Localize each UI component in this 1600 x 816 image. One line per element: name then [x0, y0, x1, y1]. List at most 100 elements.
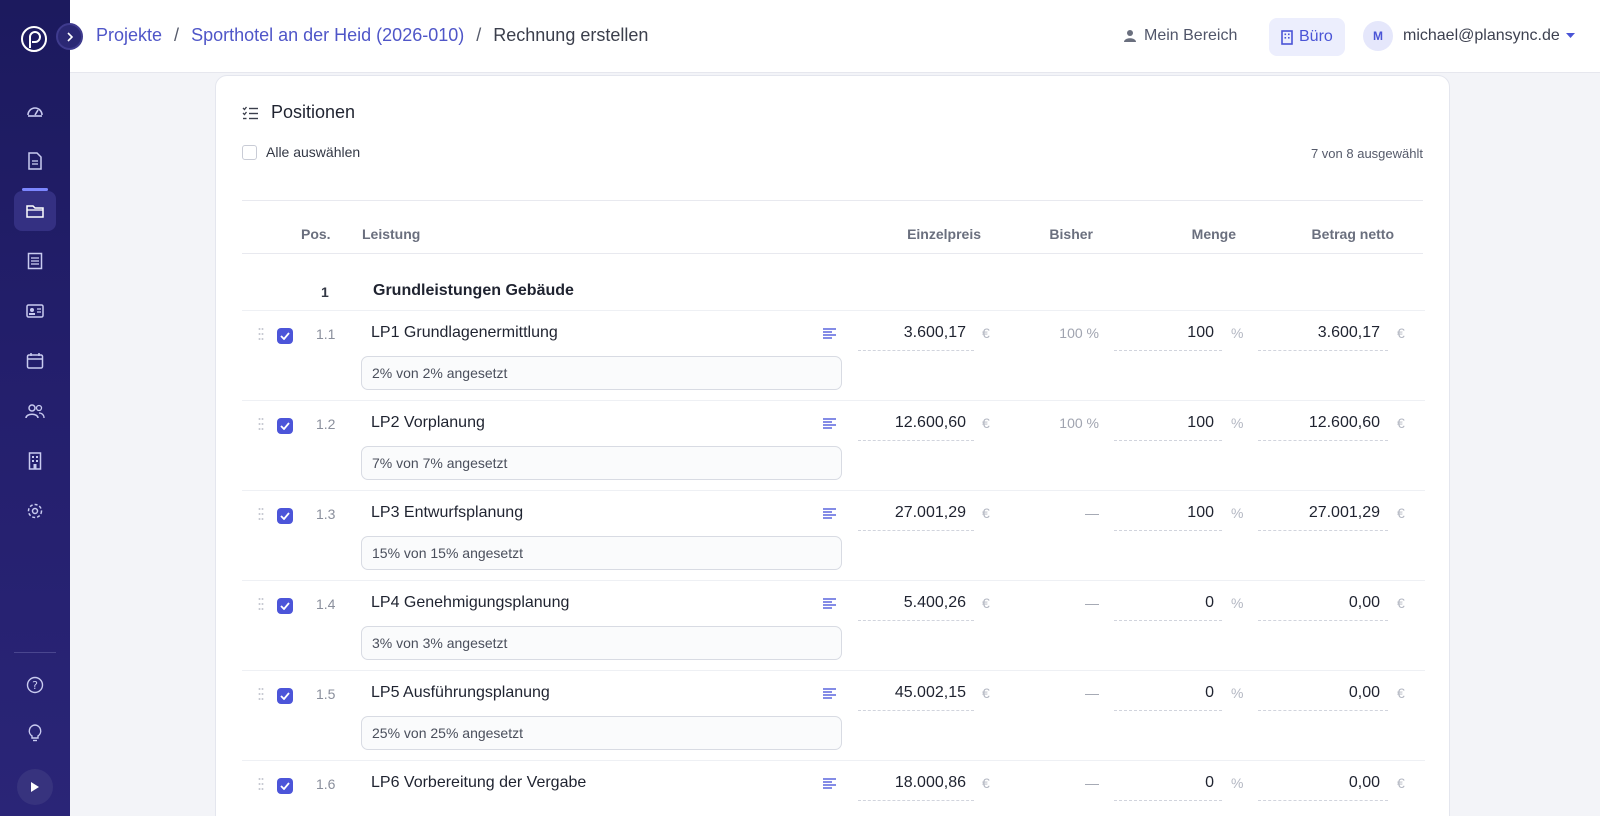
table-row: 1.2 LP2 Vorplanung 7% von 7% angesetzt 1… [242, 400, 1425, 492]
row-checkbox[interactable] [277, 328, 293, 344]
row-note-field[interactable]: 3% von 3% angesetzt [361, 626, 842, 660]
row-note-field[interactable]: 2% von 2% angesetzt [361, 356, 842, 390]
drag-handle-icon[interactable] [258, 417, 264, 431]
select-all-label: Alle auswählen [266, 144, 361, 160]
betrag-field[interactable]: 0,00 [1258, 679, 1388, 711]
buero-button[interactable]: Büro [1269, 18, 1345, 56]
row-name: LP4 Genehmigungsplanung [371, 594, 570, 611]
currency-label: € [1397, 595, 1405, 611]
select-all[interactable]: Alle auswählen [242, 144, 360, 160]
currency-label: € [1397, 505, 1405, 521]
help-icon[interactable]: ? [14, 665, 56, 705]
logo-icon[interactable] [19, 24, 49, 54]
menge-input[interactable]: 0 [1114, 679, 1222, 711]
percent-label: % [1231, 685, 1244, 701]
drag-handle-icon[interactable] [258, 597, 264, 611]
mein-bereich-button[interactable]: Mein Bereich [1124, 27, 1237, 45]
row-checkbox[interactable] [277, 778, 293, 794]
bisher-value: — [1085, 595, 1099, 611]
document-icon[interactable] [14, 141, 56, 181]
currency-label: € [982, 685, 990, 701]
breadcrumb-project[interactable]: Sporthotel an der Heid (2026-010) [191, 25, 464, 46]
row-checkbox[interactable] [277, 508, 293, 524]
mein-bereich-label: Mein Bereich [1144, 27, 1238, 44]
selected-count: 7 von 8 ausgewählt [1310, 146, 1423, 161]
row-checkbox[interactable] [277, 418, 293, 434]
bisher-value: — [1085, 685, 1099, 701]
betrag-field[interactable]: 0,00 [1258, 589, 1388, 621]
people-icon[interactable] [14, 391, 56, 431]
betrag-field[interactable]: 27.001,29 [1258, 499, 1388, 531]
expand-sidebar-button[interactable] [56, 23, 83, 50]
drag-handle-icon[interactable] [258, 687, 264, 701]
checklist-icon [242, 106, 258, 119]
caret-down-icon [1565, 33, 1575, 38]
bisher-value: — [1085, 505, 1099, 521]
top-bar: Projekte / Sporthotel an der Heid (2026-… [70, 0, 1600, 73]
folder-icon[interactable] [14, 188, 56, 231]
text-lines-icon[interactable] [823, 418, 836, 429]
row-note-field[interactable]: 7% von 7% angesetzt [361, 446, 842, 480]
betrag-field[interactable]: 3.600,17 [1258, 319, 1388, 351]
drag-handle-icon[interactable] [258, 327, 264, 341]
header-menge: Menge [1191, 226, 1236, 242]
avatar[interactable]: M [1363, 21, 1393, 51]
price-input[interactable]: 12.600,60 [858, 409, 974, 441]
gear-icon[interactable] [14, 491, 56, 531]
price-input[interactable]: 18.000,86 [858, 769, 974, 801]
calendar-icon[interactable] [14, 341, 56, 381]
drag-handle-icon[interactable] [258, 777, 264, 791]
lightbulb-icon[interactable] [14, 713, 56, 753]
contact-card-icon[interactable] [14, 291, 56, 331]
menge-input[interactable]: 0 [1114, 769, 1222, 801]
menge-input[interactable]: 100 [1114, 319, 1222, 351]
price-input[interactable]: 5.400,26 [858, 589, 974, 621]
row-note-field[interactable]: 15% von 15% angesetzt [361, 536, 842, 570]
menge-input[interactable]: 100 [1114, 499, 1222, 531]
row-pos: 1.4 [316, 596, 336, 612]
menge-input[interactable]: 100 [1114, 409, 1222, 441]
user-email: michael@plansync.de [1403, 27, 1560, 44]
menge-input[interactable]: 0 [1114, 589, 1222, 621]
row-note-field[interactable]: 25% von 25% angesetzt [361, 716, 842, 750]
header-leistung: Leistung [362, 226, 421, 242]
header-bisher: Bisher [1049, 226, 1093, 242]
price-input[interactable]: 45.002,15 [858, 679, 974, 711]
user-menu[interactable]: michael@plansync.de [1403, 27, 1575, 45]
play-icon[interactable] [17, 769, 53, 805]
text-lines-icon[interactable] [823, 508, 836, 519]
divider [242, 200, 1423, 201]
header-divider [242, 253, 1423, 254]
row-checkbox[interactable] [277, 598, 293, 614]
percent-label: % [1231, 505, 1244, 521]
text-lines-icon[interactable] [823, 328, 836, 339]
select-all-checkbox[interactable] [242, 144, 257, 160]
building-icon [1281, 29, 1293, 45]
dashboard-icon[interactable] [14, 91, 56, 131]
currency-label: € [982, 505, 990, 521]
row-pos: 1.1 [316, 326, 336, 342]
price-input[interactable]: 27.001,29 [858, 499, 974, 531]
sidebar-divider [14, 652, 56, 653]
betrag-field[interactable]: 12.600,60 [1258, 409, 1388, 441]
currency-label: € [1397, 325, 1405, 341]
drag-handle-icon[interactable] [258, 507, 264, 521]
header-pos: Pos. [301, 226, 331, 242]
price-input[interactable]: 3.600,17 [858, 319, 974, 351]
building-icon[interactable] [14, 441, 56, 481]
table-row: 1.4 LP4 Genehmigungsplanung 3% von 3% an… [242, 580, 1425, 672]
betrag-field[interactable]: 0,00 [1258, 769, 1388, 801]
row-checkbox[interactable] [277, 688, 293, 704]
row-name: LP5 Ausführungsplanung [371, 684, 550, 701]
card-header: Positionen [242, 102, 355, 123]
currency-label: € [982, 415, 990, 431]
row-name: LP2 Vorplanung [371, 414, 485, 431]
bisher-value: 100 % [1059, 325, 1099, 341]
check-icon [280, 692, 290, 700]
list-icon[interactable] [14, 241, 56, 281]
breadcrumb-projects[interactable]: Projekte [96, 25, 162, 46]
text-lines-icon[interactable] [823, 598, 836, 609]
row-pos: 1.5 [316, 686, 336, 702]
text-lines-icon[interactable] [823, 778, 836, 789]
text-lines-icon[interactable] [823, 688, 836, 699]
